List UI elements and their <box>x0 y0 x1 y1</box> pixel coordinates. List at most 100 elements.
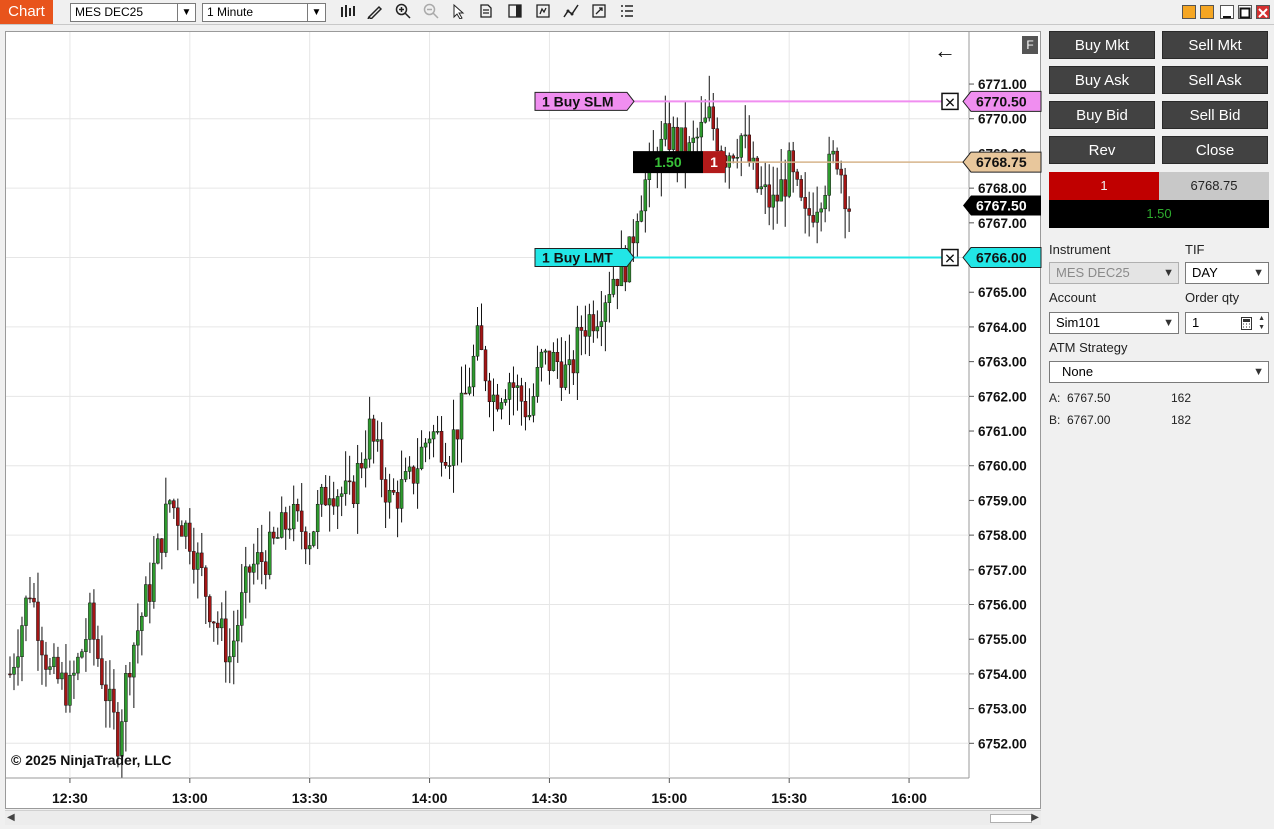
candle-body <box>335 496 340 507</box>
buy-lmt-order-tag-label[interactable]: 1 Buy LMT <box>542 250 613 266</box>
cancel-order-glyph[interactable]: ✕ <box>944 252 956 268</box>
candle-body <box>132 644 136 678</box>
candle-body <box>172 500 176 509</box>
link-color-icon[interactable] <box>1182 5 1196 19</box>
candle-body <box>251 563 256 573</box>
scroll-left-icon[interactable]: ◀ <box>7 811 15 825</box>
chevron-down-icon: ▼ <box>307 4 325 21</box>
candle-body <box>579 327 584 331</box>
scroll-right-icon[interactable]: ▶ <box>1031 811 1039 825</box>
candle-body <box>64 672 68 706</box>
candle-body <box>331 498 336 507</box>
candle-body <box>275 537 280 539</box>
candle-body <box>423 442 428 448</box>
candle-body <box>511 382 516 388</box>
buy-bid-button[interactable]: Buy Bid <box>1049 101 1155 129</box>
buy-market-button[interactable]: Buy Mkt <box>1049 31 1155 59</box>
close-window-icon[interactable] <box>1256 5 1270 19</box>
atm-strategy-select[interactable]: None ▼ <box>1049 361 1269 383</box>
templates-icon[interactable] <box>589 3 609 22</box>
properties-icon[interactable] <box>617 3 637 22</box>
candle-body <box>108 688 112 702</box>
candle-body <box>323 486 328 506</box>
instrument-select: MES DEC25 ▼ <box>1049 262 1179 284</box>
bar-style-icon[interactable] <box>338 3 358 22</box>
sell-ask-button[interactable]: Sell Ask <box>1162 66 1268 94</box>
candle-body <box>635 221 640 244</box>
y-tick-label: 6763.00 <box>978 355 1027 370</box>
candle-body <box>515 385 520 388</box>
candle-body <box>120 721 124 757</box>
buy-slm-order-tag-label[interactable]: 1 Buy SLM <box>542 93 614 109</box>
candle-body <box>811 215 815 223</box>
calculator-icon[interactable] <box>1241 316 1252 336</box>
order-qty-input[interactable]: 1 ▲ ▼ <box>1185 312 1269 334</box>
candle-body <box>176 507 180 526</box>
indicators-icon[interactable] <box>561 3 581 22</box>
candle-body <box>327 498 332 506</box>
f-badge[interactable]: F <box>1022 36 1038 54</box>
ask-label: A: <box>1049 391 1061 405</box>
candle-body <box>763 184 767 188</box>
pointer-icon[interactable] <box>448 3 468 22</box>
price-chart-panel[interactable]: 12:30 13:00 13:30 14:00 14:30 15:00 15:30 16:00… <box>5 31 1042 810</box>
horizontal-scrollbar[interactable]: ◀ ▶ <box>5 810 1041 825</box>
instrument-link-icon[interactable] <box>1200 5 1214 19</box>
buy-ask-button[interactable]: Buy Ask <box>1049 66 1155 94</box>
candlestick-chart[interactable]: 12:30 13:00 13:30 14:00 14:30 15:00 15:30 16:00… <box>6 32 1042 810</box>
data-box-icon[interactable] <box>476 3 496 22</box>
candle-body <box>291 504 296 530</box>
zoom-out-icon[interactable] <box>421 3 441 22</box>
candle-body <box>791 150 795 173</box>
candle-body <box>415 468 420 484</box>
maximize-icon[interactable] <box>1238 5 1252 19</box>
candle-body <box>479 325 484 350</box>
instrument-selector[interactable]: MES DEC25 ▼ <box>70 3 196 22</box>
candle-body <box>527 415 532 418</box>
cancel-order-glyph[interactable]: ✕ <box>944 95 956 111</box>
candle-body <box>503 399 508 403</box>
interval-selector[interactable]: 1 Minute ▼ <box>202 3 326 22</box>
zoom-in-icon[interactable] <box>393 3 413 22</box>
chart-toolbar: Chart MES DEC25 ▼ 1 Minute ▼ <box>0 0 1274 25</box>
position-price-label: 6768.75 <box>976 154 1027 170</box>
candle-body <box>80 651 84 658</box>
candle-body <box>711 106 716 129</box>
candle-body <box>743 134 747 137</box>
candle-body <box>431 431 436 440</box>
x-tick-label: 13:30 <box>292 790 328 806</box>
reverse-button[interactable]: Rev <box>1049 136 1155 164</box>
candle-body <box>56 656 60 680</box>
candle-body <box>571 359 576 374</box>
candle-body <box>315 503 320 533</box>
candle-body <box>403 471 408 480</box>
scrollbar-thumb[interactable] <box>990 814 1032 823</box>
position-qty-text[interactable]: 1 <box>710 154 718 170</box>
account-select[interactable]: Sim101 ▼ <box>1049 312 1179 334</box>
chart-tab[interactable]: Chart <box>0 0 53 24</box>
candle-body <box>407 466 412 472</box>
interval-selector-value: 1 Minute <box>207 5 254 19</box>
candle-body <box>795 171 799 180</box>
candle-body <box>343 480 348 495</box>
tif-select[interactable]: DAY ▼ <box>1185 262 1269 284</box>
qty-stepper-icon[interactable]: ▲ ▼ <box>1258 314 1265 332</box>
strategies-icon[interactable] <box>533 3 553 22</box>
copyright-text: © 2025 NinjaTrader, LLC <box>11 752 172 768</box>
minimize-icon[interactable] <box>1220 5 1234 19</box>
candle-body <box>144 584 148 617</box>
position-pnl-text[interactable]: 1.50 <box>654 154 681 170</box>
candle-body <box>359 463 364 469</box>
candle-body <box>395 492 400 509</box>
candle-body <box>563 364 568 388</box>
drawing-tool-icon[interactable] <box>365 3 385 22</box>
close-position-button[interactable]: Close <box>1162 136 1268 164</box>
sell-market-button[interactable]: Sell Mkt <box>1162 31 1268 59</box>
back-arrow-icon[interactable]: ← <box>934 40 956 62</box>
candle-body <box>339 493 344 497</box>
sell-bid-button[interactable]: Sell Bid <box>1162 101 1268 129</box>
candle-body <box>535 367 540 397</box>
candle-body <box>383 479 388 503</box>
candle-body <box>639 210 644 222</box>
chart-trader-icon[interactable] <box>505 3 525 22</box>
